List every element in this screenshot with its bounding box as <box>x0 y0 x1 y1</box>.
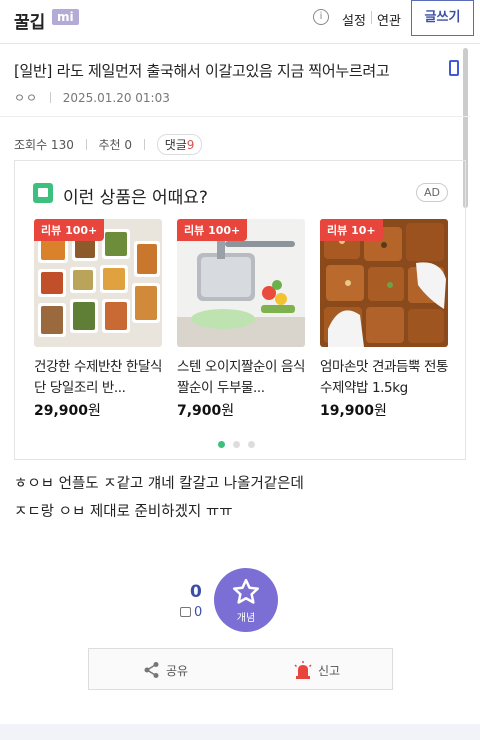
comment-count: 9 <box>186 138 195 152</box>
share-label: 공유 <box>166 664 189 678</box>
product-name[interactable]: 엄마손맛 견과듬뿍 전통 수제약밥 1.5kg <box>320 357 448 399</box>
post-body: ㅎㅇㅂ 언플도 ㅈ같고 걔네 칼갈고 나올거같은데 ㅈㄷ랑 ㅇㅂ 제대로 준비하… <box>14 470 304 526</box>
comment-count-badge[interactable]: 댓글9 <box>156 134 203 155</box>
stats-divider <box>85 139 87 150</box>
price-unit: 원 <box>221 403 235 419</box>
post-meta: ㅇㅇ 2025.01.20 01:03 <box>14 89 170 106</box>
fixed-upvote-count: 0 <box>180 605 202 620</box>
logo-badge: mi <box>52 9 79 25</box>
product-name[interactable]: 스텐 오이지짤순이 음식짤순이 두부물... <box>177 357 305 399</box>
mobile-device-icon <box>449 60 459 76</box>
stats-divider <box>143 139 145 150</box>
upvote-count: 0 <box>190 582 202 602</box>
price-value: 7,900 <box>177 403 222 419</box>
price-unit: 원 <box>88 403 101 419</box>
post-body-line: ㅈㄷ랑 ㅇㅂ 제대로 준비하겠지 ㅠㅠ <box>14 504 233 520</box>
info-circle-icon[interactable]: i <box>313 9 329 25</box>
post-body-line: ㅎㅇㅂ 언플도 ㅈ같고 걔네 칼갈고 나올거같은데 <box>14 476 304 492</box>
product-image-meal-boxes[interactable]: 리뷰 100+ <box>34 219 162 347</box>
post-action-bar: 공유 신고 <box>88 648 393 690</box>
top-header: 꿀깁 mi i 설정 연관 글쓰기 <box>0 0 480 44</box>
product-image-yakbap[interactable]: 리뷰 10+ <box>320 219 448 347</box>
ad-badge[interactable]: AD <box>416 183 448 202</box>
siren-icon <box>294 661 312 679</box>
price-unit: 원 <box>374 403 387 419</box>
related-link[interactable]: 연관 <box>377 10 401 29</box>
title-divider <box>0 116 470 117</box>
meta-divider <box>49 92 51 103</box>
post-stats: 조회수 130 추천 0 댓글9 <box>14 134 203 155</box>
price-value: 19,900 <box>320 403 375 419</box>
concept-label: 개념 <box>236 613 256 624</box>
author-name[interactable]: ㅇㅇ <box>14 91 38 105</box>
share-icon <box>144 662 159 678</box>
fixed-upvote-value: 0 <box>194 605 203 620</box>
review-badge: 리뷰 10+ <box>320 219 383 241</box>
header-divider <box>371 11 372 24</box>
product-image-strainer[interactable]: 리뷰 100+ <box>177 219 305 347</box>
ad-title: 이런 상품은 어때요? <box>63 188 208 208</box>
share-button[interactable]: 공유 <box>143 661 188 679</box>
product-price: 29,900원 <box>34 400 162 420</box>
carousel-pager <box>218 433 263 452</box>
shopping-bag-icon <box>33 183 53 203</box>
fixed-vote-icon <box>180 607 191 617</box>
view-count: 조회수 130 <box>14 138 74 152</box>
settings-link[interactable]: 설정 <box>342 10 366 29</box>
product-price: 7,900원 <box>177 400 305 420</box>
star-icon <box>233 578 259 604</box>
product-card[interactable]: 리뷰 100+ 건강한 수제반찬 한달식단 당일조리 반... 29,900원 <box>34 219 162 420</box>
product-name[interactable]: 건강한 수제반찬 한달식단 당일조리 반... <box>34 357 162 399</box>
product-card[interactable]: 리뷰 100+ 스텐 오이지짤순이 음식짤순이 두부물... 7,900원 <box>177 219 305 420</box>
post-datetime: 2025.01.20 01:03 <box>62 91 170 105</box>
price-value: 29,900 <box>34 403 89 419</box>
footer-band <box>0 724 480 740</box>
product-ad-box: 이런 상품은 어때요? AD 리뷰 100+ 건강한 수제반찬 한달식단 당일조… <box>14 160 466 460</box>
product-price: 19,900원 <box>320 400 448 420</box>
recommend-count: 추천 0 <box>98 138 133 152</box>
review-badge: 리뷰 100+ <box>34 219 105 241</box>
post-title: [일반] 라도 제일먼저 출국해서 이갈고있음 지금 찍어누르려고 <box>14 62 390 80</box>
concept-upvote-button[interactable]: 개념 <box>214 568 278 632</box>
product-card[interactable]: 리뷰 10+ 엄마손맛 견과듬뿍 전통 수제약밥 1.5kg 19,900원 <box>320 219 448 420</box>
review-badge: 리뷰 100+ <box>177 219 248 241</box>
site-logo[interactable]: 꿀깁 <box>14 8 45 33</box>
report-label: 신고 <box>318 664 341 678</box>
comment-label: 댓글 <box>164 138 187 152</box>
report-button[interactable]: 신고 <box>293 661 340 679</box>
write-post-button[interactable]: 글쓰기 <box>411 0 474 36</box>
pager-dot[interactable] <box>248 441 255 448</box>
pager-dot[interactable] <box>233 441 240 448</box>
pager-dot-active[interactable] <box>218 441 225 448</box>
